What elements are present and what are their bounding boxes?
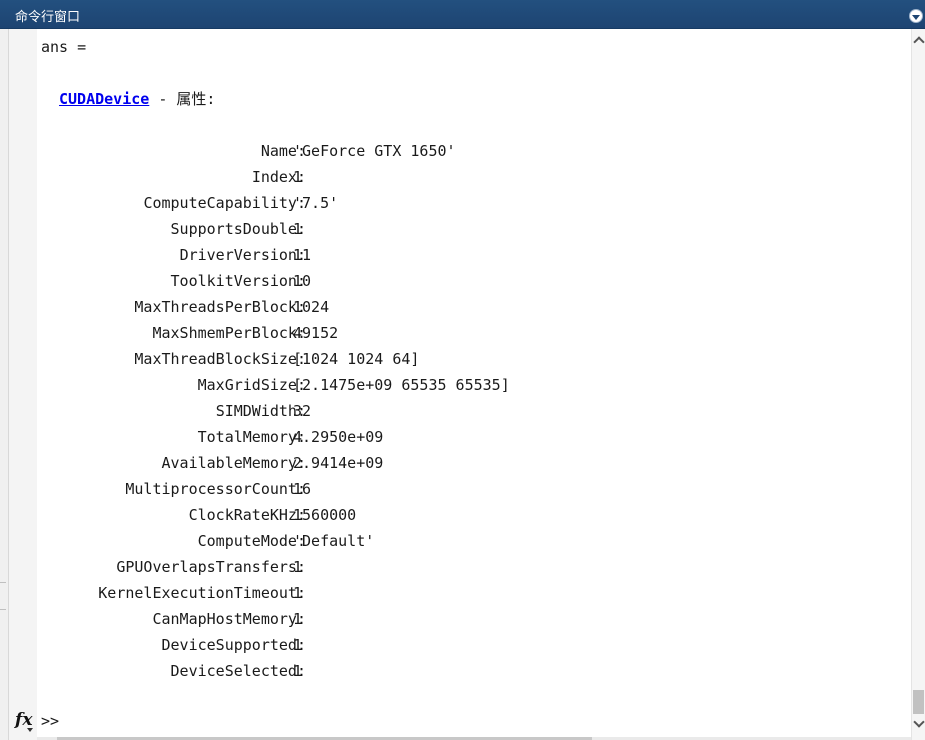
property-row: CanMapHostMemory: 1 [37,609,897,629]
property-row: DriverVersion: 11 [37,245,897,265]
property-row: GPUOverlapsTransfers: 1 [37,557,897,577]
property-row: MaxShmemPerBlock: 49152 [37,323,897,343]
property-row: MultiprocessorCount: 16 [37,479,897,499]
vertical-scrollbar[interactable] [911,29,925,740]
property-row: SupportsDouble: 1 [37,219,897,239]
property-row: TotalMemory: 4.2950e+09 [37,427,897,447]
property-row: ComputeCapability: '7.5' [37,193,897,213]
window-title: 命令行窗口 [15,10,81,25]
ans-line: ans = [41,38,87,56]
property-value: 1 [293,662,303,680]
property-value: 1560000 [293,506,357,524]
scroll-up-icon[interactable] [913,35,925,45]
property-row: AvailableMemory: 2.9414e+09 [37,453,897,473]
property-row: KernelExecutionTimeout: 1 [37,583,897,603]
property-value: 1 [293,584,303,602]
property-name: CanMapHostMemory: [152,610,306,628]
property-name: ComputeMode: [197,532,306,550]
fx-dropdown-caret-icon[interactable] [27,728,33,732]
property-name: ClockRateKHz: [188,506,306,524]
property-row: MaxThreadBlockSize: [1024 1024 64] [37,349,897,369]
property-value: 1 [293,636,303,654]
property-value: 49152 [293,324,339,342]
command-window-titlebar: 命令行窗口 [0,0,925,29]
property-name: GPUOverlapsTransfers: [116,558,306,576]
property-name: TotalMemory: [197,428,306,446]
property-name: DeviceSelected: [170,662,306,680]
property-name: MaxShmemPerBlock: [152,324,306,342]
fx-icon[interactable]: fx [15,710,32,730]
property-value: 16 [293,480,312,498]
class-link[interactable]: CUDADevice [59,90,149,108]
command-prompt[interactable]: >> [41,711,59,731]
property-value: 1 [293,220,303,238]
property-row: Index: 1 [37,167,897,187]
property-value: 11 [293,246,312,264]
property-row: SIMDWidth: 32 [37,401,897,421]
property-row: Name: 'GeForce GTX 1650' [37,141,897,161]
property-row: ComputeMode: 'Default' [37,531,897,551]
command-output[interactable]: ans = CUDADevice - 属性: Name: 'GeForce GTX… [37,29,911,737]
property-name: KernelExecutionTimeout: [98,584,306,602]
property-value: 4.2950e+09 [293,428,384,446]
property-name: ComputeCapability: [143,194,306,212]
property-value: 'Default' [293,532,375,550]
property-value: 1024 [293,298,330,316]
property-value: 1 [293,558,303,576]
property-name: DeviceSupported: [161,636,307,654]
property-row: MaxGridSize: [2.1475e+09 65535 65535] [37,375,897,395]
class-suffix: - 属性: [149,90,216,108]
property-row: ClockRateKHz: 1560000 [37,505,897,525]
property-value: 10 [293,272,312,290]
property-value: 32 [293,402,312,420]
chevron-down-circle-icon[interactable] [909,9,923,23]
property-name: AvailableMemory: [161,454,307,472]
property-row: DeviceSupported: 1 [37,635,897,655]
property-name: MaxThreadBlockSize: [134,350,306,368]
property-name: ToolkitVersion: [170,272,306,290]
left-edge-strip [0,29,9,740]
splitter-handle[interactable] [0,582,6,610]
property-name: MultiprocessorCount: [125,480,306,498]
property-value: 1 [293,168,303,186]
property-row: ToolkitVersion: 10 [37,271,897,291]
property-name: MaxThreadsPerBlock: [134,298,306,316]
scroll-down-icon[interactable] [913,719,925,729]
property-name: SupportsDouble: [170,220,306,238]
property-name: DriverVersion: [179,246,306,264]
property-value: [2.1475e+09 65535 65535] [293,376,510,394]
scroll-thumb[interactable] [913,690,924,714]
property-row: MaxThreadsPerBlock: 1024 [37,297,897,317]
property-value: 2.9414e+09 [293,454,384,472]
property-value: '7.5' [293,194,339,212]
property-row: DeviceSelected: 1 [37,661,897,681]
property-value: [1024 1024 64] [293,350,420,368]
property-value: 1 [293,610,303,628]
property-name: MaxGridSize: [197,376,306,394]
left-gutter [9,29,37,740]
property-value: 'GeForce GTX 1650' [293,142,456,160]
class-header: CUDADevice - 属性: [59,89,215,109]
